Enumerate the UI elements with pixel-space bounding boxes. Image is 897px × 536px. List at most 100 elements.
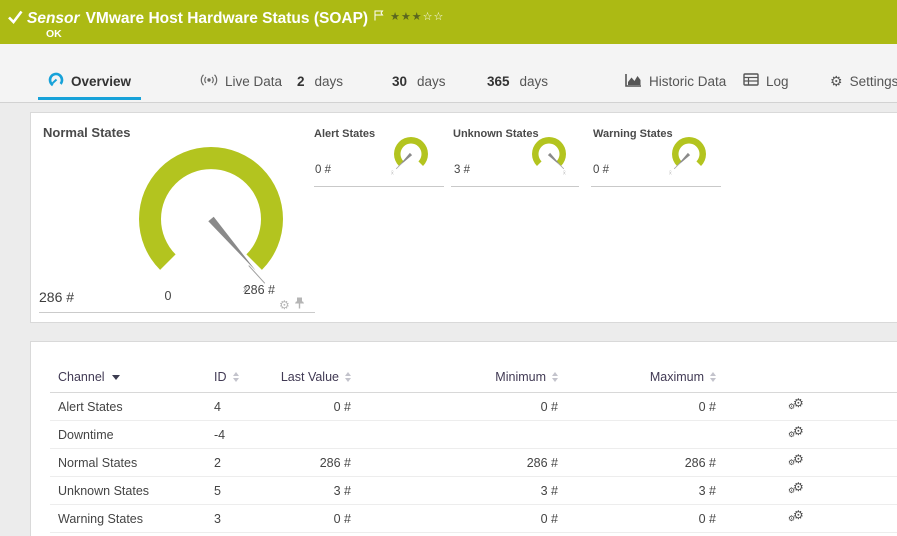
tab-30-days[interactable]: 30 days (382, 60, 456, 102)
tab-label: Settings (849, 73, 897, 89)
channel-settings-gears-icon[interactable]: ⚙ ⚙ (716, 396, 804, 414)
column-header-id[interactable]: ID (214, 370, 264, 384)
stars-filled: ★★★ (390, 11, 423, 23)
last-value: 0 # (333, 511, 351, 526)
sort-desc-icon (111, 374, 120, 380)
gauge-scale-min: 0 (164, 289, 172, 303)
object-type-label: Sensor (27, 10, 80, 27)
column-header-channel[interactable]: Channel (58, 370, 214, 384)
unknown-states-title: Unknown States (453, 128, 539, 140)
channel-settings-gears-icon[interactable]: ⚙ ⚙ (716, 424, 804, 442)
tab-bar: Overview Live Data 2 days 30 days 365 da… (0, 44, 897, 103)
last-value: 286 # (319, 455, 351, 470)
tab-log[interactable]: Log (733, 60, 799, 102)
divider (314, 186, 444, 187)
gauge-needle (208, 216, 256, 271)
channel-name[interactable]: Unknown States (58, 484, 214, 498)
channel-name[interactable]: Warning States (58, 512, 214, 526)
sensor-status-header: Sensor VMware Host Hardware Status (SOAP… (0, 0, 897, 44)
tab-number: 30 (392, 73, 408, 89)
tab-number: 365 (487, 73, 510, 89)
average-marker: x̄ (669, 171, 672, 177)
divider (591, 186, 721, 187)
minimum-value: 0 # (540, 399, 558, 414)
sensor-status-badge: OK (46, 28, 62, 40)
channel-name[interactable]: Normal States (58, 456, 214, 470)
divider (39, 312, 315, 313)
unknown-states-gauge: x̄ (532, 136, 566, 177)
table-row[interactable]: Alert States 4 0 # 0 # 0 # ⚙ ⚙ (50, 393, 897, 421)
normal-states-value: 286 # (39, 289, 75, 305)
tab-label: Log (766, 73, 789, 89)
alert-states-value: 0 # (315, 164, 331, 176)
log-list-icon (743, 73, 759, 89)
minimum-value: 0 # (540, 511, 558, 526)
tab-2-days[interactable]: 2 days (287, 60, 353, 102)
minimum-value: 286 # (526, 455, 558, 470)
tab-live-data[interactable]: Live Data (190, 60, 292, 102)
normal-states-gauge: x̄ (139, 146, 283, 295)
channels-table-panel: Channel ID Last Value Minimum Maximum Al… (30, 341, 897, 536)
channel-settings-gears-icon[interactable]: ⚙ ⚙ (716, 480, 804, 498)
tab-number: 2 (297, 73, 305, 89)
gauges-panel: Normal States x̄ 0 286 # 286 # ⚙ Alert S… (30, 112, 897, 323)
tab-overview[interactable]: Overview (38, 60, 142, 102)
channel-settings-gears-icon[interactable]: ⚙ ⚙ (716, 508, 804, 526)
tab-label: Live Data (225, 73, 283, 89)
alert-states-gauge: x̄ (391, 136, 428, 177)
tab-label: days (314, 73, 344, 89)
table-header-row: Channel ID Last Value Minimum Maximum (50, 362, 897, 393)
column-header-maximum[interactable]: Maximum (558, 370, 716, 384)
gauge-settings-gear-icon[interactable]: ⚙ (279, 299, 290, 311)
sort-icon (232, 372, 239, 382)
maximum-value: 0 # (698, 511, 716, 526)
column-header-minimum[interactable]: Minimum (351, 370, 558, 384)
tab-settings[interactable]: ⚙ Settings (820, 60, 897, 102)
minimum-value: 3 # (540, 483, 558, 498)
channel-id: 5 (214, 483, 221, 498)
channels-table: Channel ID Last Value Minimum Maximum Al… (50, 362, 897, 533)
gauge-scale-max: 286 # (243, 283, 275, 297)
flag-icon[interactable] (374, 8, 384, 26)
sort-icon (710, 372, 716, 382)
column-header-last-value[interactable]: Last Value (264, 370, 351, 384)
divider (451, 186, 579, 187)
sensor-title-line: Sensor VMware Host Hardware Status (SOAP… (27, 8, 444, 28)
channel-id: 2 (214, 455, 221, 470)
tab-label: days (417, 73, 446, 89)
warning-states-gauge: x̄ (669, 136, 706, 177)
channel-id: -4 (214, 427, 226, 442)
priority-stars[interactable]: ★★★☆☆ (390, 10, 444, 23)
last-value: 0 # (333, 399, 351, 414)
table-row[interactable]: Unknown States 5 3 # 3 # 3 # ⚙ ⚙ (50, 477, 897, 505)
sensor-title: VMware Host Hardware Status (SOAP) (85, 10, 369, 27)
maximum-value: 3 # (698, 483, 716, 498)
pin-icon[interactable] (294, 296, 305, 314)
tab-label: Overview (71, 73, 132, 89)
maximum-value: 286 # (684, 455, 716, 470)
table-row[interactable]: Downtime -4 ⚙ ⚙ (50, 421, 897, 449)
maximum-value: 0 # (698, 399, 716, 414)
channel-name[interactable]: Alert States (58, 400, 214, 414)
warning-states-title: Warning States (593, 128, 673, 140)
tab-label: days (519, 73, 549, 89)
prtg-sensor-page: Sensor VMware Host Hardware Status (SOAP… (0, 0, 897, 536)
live-broadcast-icon (200, 73, 218, 90)
tab-historic-data[interactable]: Historic Data (615, 60, 736, 102)
area-chart-icon (625, 73, 642, 90)
channel-id: 4 (214, 399, 221, 414)
average-marker: x̄ (391, 171, 394, 177)
alert-states-title: Alert States (314, 128, 376, 140)
table-row[interactable]: Warning States 3 0 # 0 # 0 # ⚙ ⚙ (50, 505, 897, 533)
gauge-icon (48, 72, 64, 91)
average-marker: x̄ (563, 171, 566, 177)
channel-name[interactable]: Downtime (58, 428, 214, 442)
table-row[interactable]: Normal States 2 286 # 286 # 286 # ⚙ ⚙ (50, 449, 897, 477)
check-icon (8, 10, 23, 29)
gear-icon: ⚙ (830, 73, 843, 89)
channel-settings-gears-icon[interactable]: ⚙ ⚙ (716, 452, 804, 470)
channel-id: 3 (214, 511, 221, 526)
last-value: 3 # (333, 483, 351, 498)
tab-365-days[interactable]: 365 days (477, 60, 558, 102)
tab-label: Historic Data (649, 73, 727, 89)
